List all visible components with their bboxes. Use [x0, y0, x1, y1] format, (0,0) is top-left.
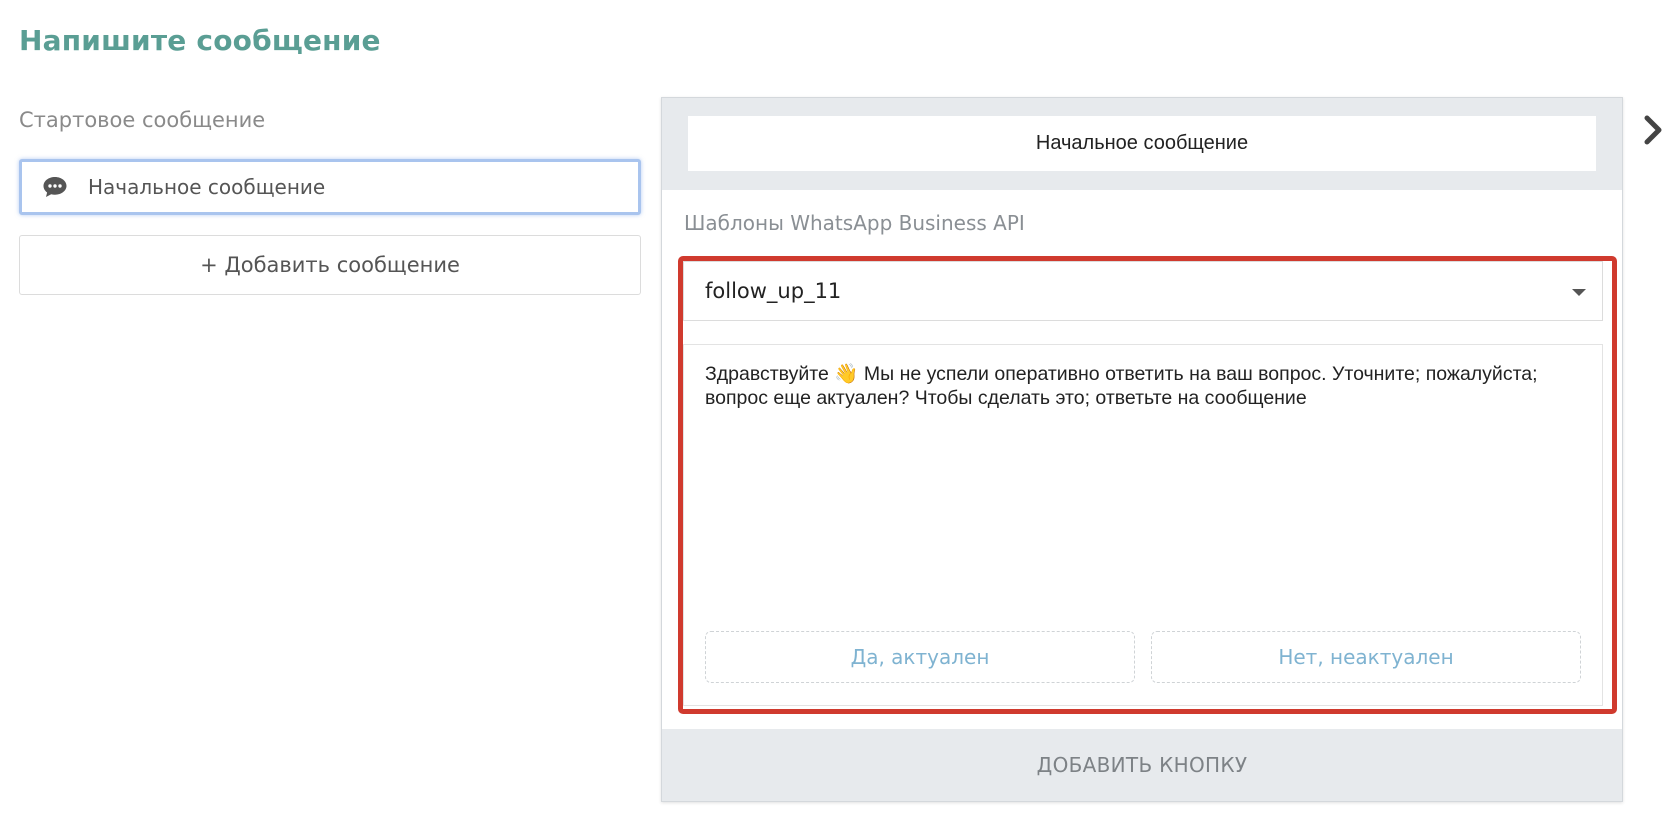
message-title-field[interactable]: Начальное сообщение [688, 116, 1596, 171]
highlight-frame [678, 256, 1617, 714]
templates-label: Шаблоны WhatsApp Business API [684, 211, 1025, 235]
add-button-button[interactable]: ДОБАВИТЬ КНОПКУ [662, 729, 1622, 801]
panel-header: Начальное сообщение [662, 98, 1622, 190]
messages-sidebar: Стартовое сообщение Начальное сообщение … [19, 108, 641, 295]
page-title: Напишите сообщение [19, 24, 381, 57]
chevron-right-icon[interactable] [1642, 113, 1666, 147]
message-editor-panel: Начальное сообщение Шаблоны WhatsApp Bus… [661, 97, 1623, 802]
page: Напишите сообщение Стартовое сообщение Н… [0, 0, 1680, 831]
message-item-initial[interactable]: Начальное сообщение [19, 159, 641, 215]
message-item-label: Начальное сообщение [88, 175, 326, 199]
add-message-button[interactable]: + Добавить сообщение [19, 235, 641, 295]
chat-bubble-icon [42, 174, 68, 200]
start-message-label: Стартовое сообщение [19, 108, 266, 132]
